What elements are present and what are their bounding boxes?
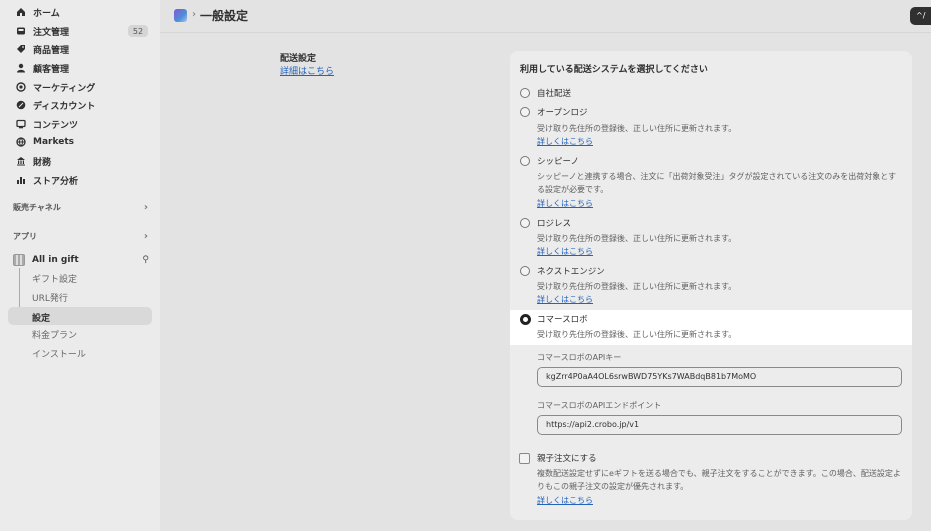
option-label: シッピーノ	[537, 157, 579, 167]
sidebar-item-marketing[interactable]: マーケティング	[16, 79, 95, 95]
sidebar-item-products[interactable]: 商品管理	[16, 41, 69, 57]
sidebar-item-finance[interactable]: 財務	[16, 153, 51, 169]
sidebar: ホーム 注文管理 52 商品管理 顧客管理 マーケティング ディスカウント コン…	[0, 0, 160, 531]
option-label: オープンロジ	[537, 108, 588, 118]
breadcrumb-separator-icon: ›	[192, 9, 196, 20]
radio-openlogi[interactable]	[520, 107, 530, 117]
card-title: 利用している配送システムを選択してください	[520, 65, 708, 75]
option-description: シッピーノと連携する場合、注文に「出荷対象受注」タグが設定されている注文のみを出…	[537, 172, 897, 194]
sidebar-item-discounts[interactable]: ディスカウント	[16, 97, 95, 113]
sales-channels-label: 販売チャネル	[13, 203, 61, 212]
api-key-label: コマースロボのAPIキー	[537, 353, 622, 362]
sidebar-item-markets[interactable]: Markets	[16, 134, 74, 150]
person-icon	[16, 63, 26, 73]
api-endpoint-input[interactable]: https://api2.crobo.jp/v1	[537, 415, 902, 435]
sidebar-item-analytics[interactable]: ストア分析	[16, 172, 78, 188]
option-description: 受け取り先住所の登録後、正しい住所に更新されます。	[537, 330, 737, 339]
apps-label: アプリ	[13, 232, 37, 241]
sidebar-item-label: マーケティング	[33, 83, 96, 94]
app-name: All in gift	[32, 255, 79, 265]
sidebar-item-label: 顧客管理	[33, 64, 70, 75]
sidebar-subitem-settings[interactable]: 設定	[32, 311, 50, 324]
section-details-link[interactable]: 詳細はこちら	[280, 64, 334, 77]
page-header: › 一般設定 ^/	[160, 0, 931, 33]
option-description: 受け取り先住所の登録後、正しい住所に更新されます。	[537, 234, 737, 243]
bar-chart-icon	[16, 175, 26, 185]
option-details-link[interactable]: 詳しくはこちら	[537, 198, 593, 209]
api-endpoint-label: コマースロボのAPIエンドポイント	[537, 401, 662, 410]
section-title: 配送設定	[280, 54, 317, 64]
apps-section[interactable]: アプリ ›	[13, 231, 148, 242]
option-label: 自社配送	[537, 89, 572, 99]
sidebar-item-orders[interactable]: 注文管理	[16, 23, 69, 39]
sidebar-subitem-install[interactable]: インストール	[32, 347, 86, 360]
sidebar-item-home[interactable]: ホーム	[16, 4, 60, 20]
radio-next-engine[interactable]	[520, 266, 530, 276]
content-icon	[16, 119, 26, 129]
sidebar-item-label: ホーム	[33, 8, 60, 19]
sidebar-item-label: 財務	[33, 157, 52, 168]
target-icon	[16, 82, 26, 92]
radio-logiless[interactable]	[520, 218, 530, 228]
parent-child-order-checkbox[interactable]	[519, 453, 530, 464]
sidebar-subitem-gift-settings[interactable]: ギフト設定	[32, 272, 77, 285]
api-key-input[interactable]: kgZrr4P0aA4OL6srwBWD75YKs7WABdqB81b7MoMO	[537, 367, 902, 387]
sidebar-item-label: Markets	[33, 137, 74, 147]
sidebar-item-label: ディスカウント	[33, 101, 96, 112]
option-description: 受け取り先住所の登録後、正しい住所に更新されます。	[537, 124, 737, 133]
page-title: 一般設定	[200, 9, 249, 23]
globe-icon	[16, 137, 26, 147]
active-item-background	[8, 307, 152, 325]
sidebar-item-label: 商品管理	[33, 45, 70, 56]
radio-shippinno[interactable]	[520, 156, 530, 166]
parent-child-order-label: 親子注文にする	[537, 454, 597, 464]
parent-child-details-link[interactable]: 詳しくはこちら	[537, 495, 593, 506]
chevron-right-icon: ›	[143, 231, 148, 242]
pin-icon[interactable]: ⚲	[142, 255, 149, 265]
chevron-right-icon: ›	[143, 202, 148, 213]
option-details-link[interactable]: 詳しくはこちら	[537, 136, 593, 147]
radio-self-delivery[interactable]	[520, 88, 530, 98]
option-details-link[interactable]: 詳しくはこちら	[537, 246, 593, 257]
parent-child-order-description: 複数配送設定せずにeギフトを送る場合でも、親子注文をすることができます。この場合…	[537, 469, 901, 491]
sidebar-item-customers[interactable]: 顧客管理	[16, 60, 69, 76]
bank-icon	[16, 156, 26, 166]
header-action-button[interactable]: ^/	[910, 7, 931, 25]
option-details-link[interactable]: 詳しくはこちら	[537, 294, 593, 305]
sidebar-item-content[interactable]: コンテンツ	[16, 116, 78, 132]
inbox-icon	[16, 26, 26, 36]
sidebar-item-label: コンテンツ	[33, 120, 79, 131]
sidebar-subitem-pricing[interactable]: 料金プラン	[32, 328, 77, 341]
discount-icon	[16, 100, 26, 110]
radio-commerce-robo[interactable]	[520, 314, 531, 325]
sidebar-item-label: 注文管理	[33, 27, 70, 38]
app-all-in-gift[interactable]: All in gift ⚲	[13, 253, 149, 267]
sidebar-subitem-url-issue[interactable]: URL発行	[32, 291, 68, 304]
option-description: 受け取り先住所の登録後、正しい住所に更新されます。	[537, 282, 737, 291]
home-icon	[16, 7, 26, 17]
option-label: ネクストエンジン	[537, 267, 605, 277]
app-logo-icon[interactable]	[174, 9, 187, 22]
option-label: ロジレス	[537, 219, 572, 229]
app-icon	[13, 254, 25, 266]
sidebar-item-label: ストア分析	[33, 176, 79, 187]
sales-channels-section[interactable]: 販売チャネル ›	[13, 202, 148, 213]
option-label: コマースロボ	[537, 315, 588, 325]
tag-icon	[16, 44, 26, 54]
orders-count-badge: 52	[128, 25, 148, 37]
